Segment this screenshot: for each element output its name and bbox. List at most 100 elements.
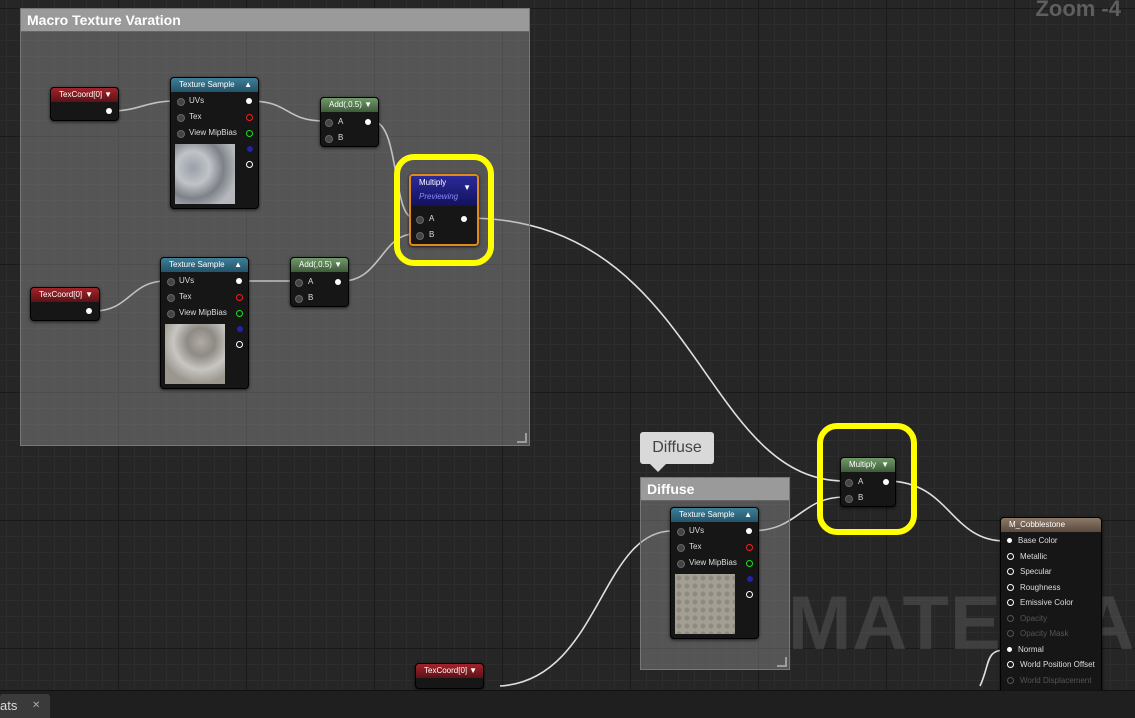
green-output-pin[interactable] — [236, 310, 243, 317]
comment-title-macro[interactable]: Macro Texture Varation — [21, 9, 529, 32]
material-input-emissive-color[interactable]: Emissive Color — [1007, 596, 1073, 610]
material-input-specular[interactable]: Specular — [1007, 565, 1052, 579]
node-title: TexCoord[0] — [424, 666, 468, 675]
add-node-1[interactable]: Add(,0.5) ▼ A B — [320, 97, 379, 147]
resize-handle-icon[interactable] — [777, 657, 787, 667]
input-pin[interactable] — [677, 544, 685, 552]
texcoord-node-3[interactable]: TexCoord[0] ▼ — [415, 663, 484, 689]
input-pin-b[interactable] — [325, 135, 333, 143]
input-pin[interactable] — [1007, 661, 1014, 669]
dropdown-arrow-icon[interactable]: ▼ — [469, 664, 477, 678]
output-pin[interactable] — [106, 108, 112, 114]
pin-label-tex: Tex — [189, 112, 202, 121]
blue-output-pin[interactable] — [747, 576, 753, 582]
input-pin[interactable] — [1007, 646, 1012, 652]
pin-label-uvs: UVs — [179, 276, 195, 285]
input-pin[interactable] — [1007, 630, 1014, 638]
input-pin[interactable] — [1007, 599, 1014, 607]
material-input-opacity[interactable]: Opacity — [1007, 612, 1047, 626]
pin-label-viewmipbias: View MipBias — [179, 308, 227, 317]
input-pin[interactable] — [1007, 583, 1014, 591]
node-title: Texture Sample — [179, 80, 235, 89]
output-pin[interactable] — [246, 98, 252, 104]
pin-label-viewmipbias: View MipBias — [189, 128, 237, 137]
red-output-pin[interactable] — [746, 544, 753, 551]
input-pin-a[interactable] — [295, 279, 303, 287]
input-pin[interactable] — [1007, 552, 1014, 560]
resize-handle-icon[interactable] — [517, 433, 527, 443]
material-input-world-displacement[interactable]: World Displacement — [1007, 674, 1091, 688]
collapse-arrow-icon[interactable]: ▲ — [234, 258, 242, 272]
input-label: Base Color — [1018, 536, 1058, 545]
comment-title-diffuse[interactable]: Diffuse — [641, 478, 789, 501]
input-pin[interactable] — [177, 98, 185, 106]
material-graph-canvas[interactable]: Zoom -4 MATERIAL Macro Texture Varation … — [0, 0, 1135, 694]
add-node-2[interactable]: Add(,0.5) ▼ A B — [290, 257, 349, 307]
blue-output-pin[interactable] — [237, 326, 243, 332]
alpha-output-pin[interactable] — [746, 591, 753, 598]
output-pin[interactable] — [236, 278, 242, 284]
input-pin[interactable] — [1007, 538, 1012, 544]
texcoord-node-2[interactable]: TexCoord[0] ▼ — [30, 287, 100, 321]
node-title: Texture Sample — [169, 260, 225, 269]
input-pin-b[interactable] — [295, 295, 303, 303]
input-label: World Position Offset — [1020, 660, 1095, 669]
texture-sample-node-1[interactable]: Texture Sample ▲ UVs Tex View MipBias — [170, 77, 259, 209]
output-pin[interactable] — [335, 279, 341, 285]
output-pin[interactable] — [365, 119, 371, 125]
tab-stats[interactable]: ats ✕ — [0, 694, 50, 718]
tab-label: ats — [0, 698, 18, 713]
material-input-opacity-mask[interactable]: Opacity Mask — [1007, 627, 1068, 641]
input-pin[interactable] — [1007, 614, 1014, 622]
input-pin[interactable] — [677, 560, 685, 568]
input-pin[interactable] — [677, 528, 685, 536]
input-pin[interactable] — [167, 310, 175, 318]
material-input-metallic[interactable]: Metallic — [1007, 550, 1047, 564]
material-input-world-position-offset[interactable]: World Position Offset — [1007, 658, 1095, 672]
dropdown-arrow-icon[interactable]: ▼ — [85, 288, 93, 302]
dropdown-arrow-icon[interactable]: ▼ — [364, 98, 372, 112]
input-pin[interactable] — [1007, 676, 1014, 684]
output-pin[interactable] — [86, 308, 92, 314]
input-pin[interactable] — [177, 114, 185, 122]
dropdown-arrow-icon[interactable]: ▼ — [104, 88, 112, 102]
texture-sample-node-diffuse[interactable]: Texture Sample ▲ UVs Tex View MipBias — [670, 507, 759, 639]
alpha-output-pin[interactable] — [236, 341, 243, 348]
material-input-normal[interactable]: Normal — [1007, 643, 1044, 657]
material-title: M_Cobblestone — [1001, 518, 1101, 532]
collapse-arrow-icon[interactable]: ▲ — [244, 78, 252, 92]
comment-bubble[interactable]: Diffuse — [640, 432, 714, 472]
pin-label-uvs: UVs — [689, 526, 705, 535]
material-input-roughness[interactable]: Roughness — [1007, 581, 1060, 595]
texture-sample-node-2[interactable]: Texture Sample ▲ UVs Tex View MipBias — [160, 257, 249, 389]
red-output-pin[interactable] — [236, 294, 243, 301]
input-pin[interactable] — [167, 278, 175, 286]
input-label: Metallic — [1020, 551, 1048, 561]
input-label: Opacity Mask — [1020, 629, 1069, 638]
collapse-arrow-icon[interactable]: ▲ — [744, 508, 752, 522]
blue-output-pin[interactable] — [247, 146, 253, 152]
input-pin[interactable] — [1007, 568, 1014, 576]
green-output-pin[interactable] — [246, 130, 253, 137]
alpha-output-pin[interactable] — [246, 161, 253, 168]
highlight-ring — [394, 154, 494, 266]
green-output-pin[interactable] — [746, 560, 753, 567]
input-pin-a[interactable] — [325, 119, 333, 127]
dropdown-arrow-icon[interactable]: ▼ — [334, 258, 342, 272]
red-output-pin[interactable] — [246, 114, 253, 121]
node-title: Texture Sample — [679, 510, 735, 519]
input-label: Roughness — [1020, 582, 1061, 592]
input-label: Emissive Color — [1020, 598, 1074, 607]
close-icon[interactable]: ✕ — [32, 694, 40, 718]
input-pin[interactable] — [167, 294, 175, 302]
output-pin[interactable] — [746, 528, 752, 534]
node-title: TexCoord[0] — [39, 290, 83, 299]
pin-label-uvs: UVs — [189, 96, 205, 105]
texcoord-node-1[interactable]: TexCoord[0] ▼ — [50, 87, 119, 121]
input-pin[interactable] — [177, 130, 185, 138]
node-title: Add(,0.5) — [299, 260, 332, 269]
material-input-base-color[interactable]: Base Color — [1007, 534, 1058, 548]
pin-label-tex: Tex — [689, 542, 702, 551]
material-result-node[interactable]: M_Cobblestone Base Color Metallic Specular… — [1000, 517, 1102, 694]
input-label: Opacity — [1020, 613, 1048, 623]
